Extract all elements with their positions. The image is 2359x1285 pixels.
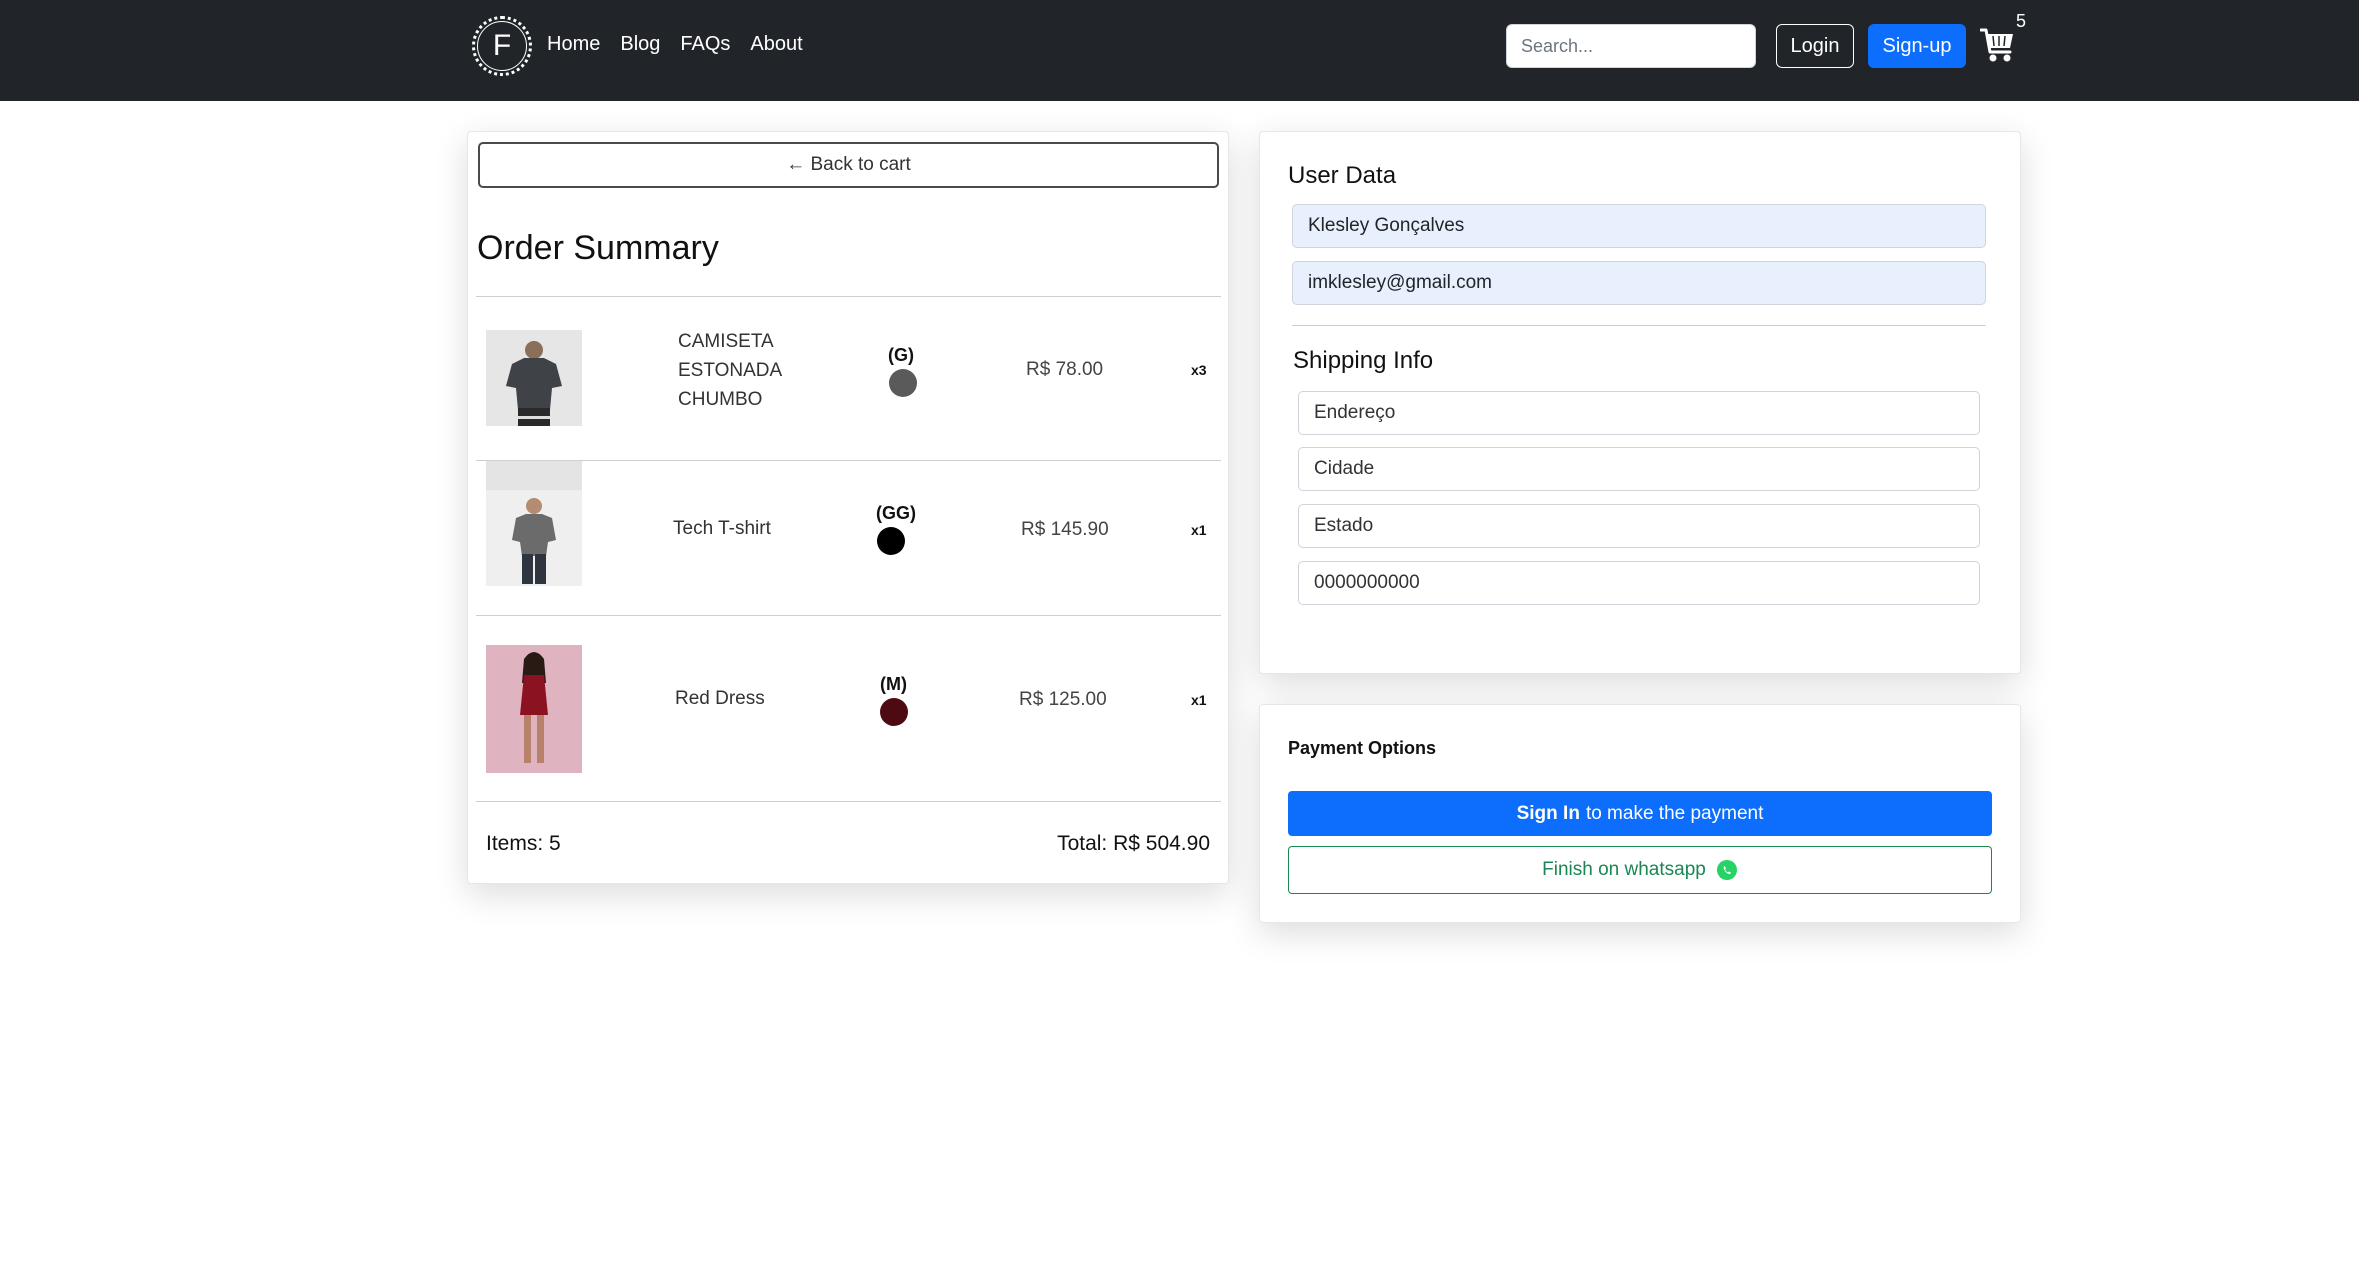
logo-letter: F <box>477 21 527 71</box>
sign-in-to-pay-button[interactable]: Sign In to make the payment <box>1288 791 1992 836</box>
phone-field[interactable] <box>1298 561 1980 605</box>
cart-count-badge: 5 <box>2016 11 2027 31</box>
items-count: Items: 5 <box>486 832 561 855</box>
product-quantity: x1 <box>1191 692 1207 708</box>
product-image-tech-tshirt <box>486 490 582 586</box>
finish-on-whatsapp-button[interactable]: Finish on whatsapp <box>1288 846 1992 894</box>
divider <box>476 460 1221 461</box>
brand-logo[interactable]: F <box>472 16 532 76</box>
navbar: F Home Blog FAQs About Login Sign-up 5 <box>0 0 2359 101</box>
nav-links: Home Blog FAQs About <box>547 33 803 56</box>
payment-options-title: Payment Options <box>1288 738 1437 758</box>
state-field[interactable] <box>1298 504 1980 548</box>
divider <box>476 615 1221 616</box>
divider <box>476 801 1221 802</box>
product-image-red-dress <box>486 645 582 773</box>
whatsapp-label: Finish on whatsapp <box>1542 859 1706 880</box>
product-price: R$ 78.00 <box>1026 359 1104 380</box>
product-quantity: x3 <box>1191 362 1207 378</box>
login-button[interactable]: Login <box>1776 24 1854 68</box>
product-size: (GG) <box>876 503 916 523</box>
nav-link-home[interactable]: Home <box>547 33 600 56</box>
order-total: Total: R$ 504.90 <box>1057 832 1210 855</box>
order-summary-card: ← Back to cart Order Summary CAMISETA ES… <box>467 131 1229 884</box>
email-field[interactable] <box>1292 261 1986 305</box>
nav-link-faqs[interactable]: FAQs <box>680 33 730 56</box>
nav-link-blog[interactable]: Blog <box>620 33 660 56</box>
name-field[interactable] <box>1292 204 1986 248</box>
order-item-row <box>468 296 1230 592</box>
product-size: (G) <box>888 345 914 365</box>
order-summary-title: Order Summary <box>477 229 719 267</box>
address-field[interactable] <box>1298 391 1980 435</box>
sign-in-rest-label: to make the payment <box>1585 802 1764 824</box>
back-to-cart-button[interactable]: ← Back to cart <box>478 142 1219 188</box>
sign-in-bold-label: Sign In <box>1516 802 1580 824</box>
search-input[interactable] <box>1506 24 1756 68</box>
shipping-info-title: Shipping Info <box>1293 347 1434 374</box>
product-name: Red Dress <box>675 688 765 709</box>
product-price: R$ 125.00 <box>1019 689 1107 710</box>
product-name: Tech T-shirt <box>673 518 771 539</box>
color-swatch <box>877 527 905 555</box>
divider <box>1292 325 1986 326</box>
nav-link-about[interactable]: About <box>750 33 802 56</box>
product-size: (M) <box>880 674 907 694</box>
payment-options-card: Payment Options Sign In to make the paym… <box>1259 704 2021 923</box>
product-image-camiseta <box>486 330 582 426</box>
user-data-title: User Data <box>1288 162 1397 189</box>
user-data-card: User Data Shipping Info <box>1259 131 2021 674</box>
city-field[interactable] <box>1298 447 1980 491</box>
product-price: R$ 145.90 <box>1021 519 1109 540</box>
whatsapp-icon <box>1716 860 1737 880</box>
product-quantity: x1 <box>1191 522 1207 538</box>
signup-button[interactable]: Sign-up <box>1868 24 1966 68</box>
product-name: CAMISETA ESTONADA CHUMBO <box>678 331 782 410</box>
color-swatch <box>889 369 917 397</box>
color-swatch <box>880 698 908 726</box>
cart-icon[interactable] <box>1980 24 2014 64</box>
